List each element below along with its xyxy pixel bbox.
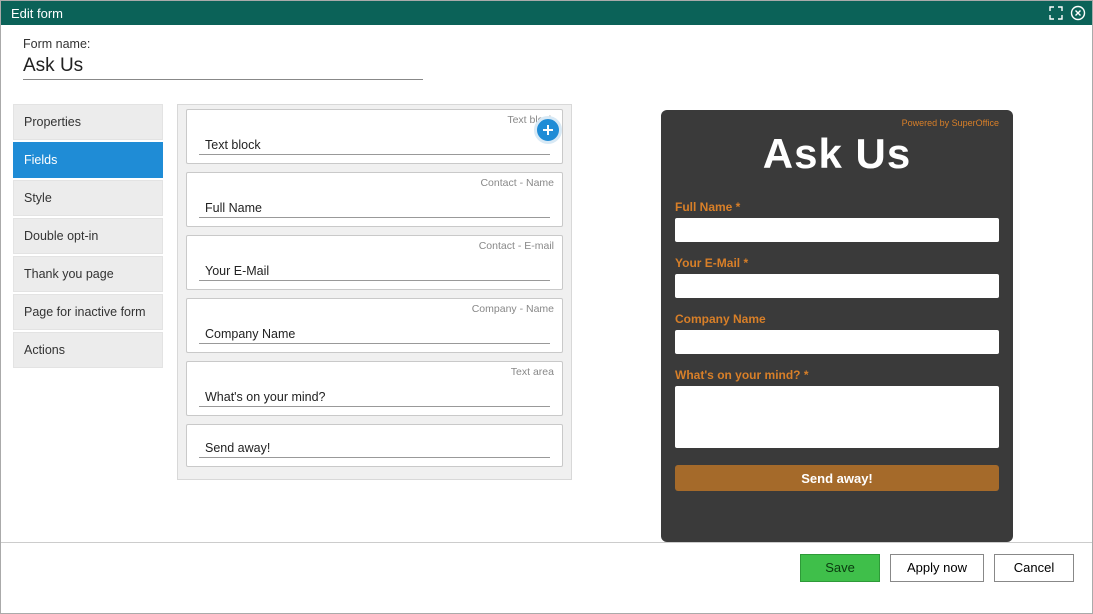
field-label: Full Name	[199, 199, 550, 218]
preview-field-label: Full Name *	[675, 200, 999, 214]
field-label: Text block	[199, 136, 550, 155]
save-button[interactable]: Save	[800, 554, 880, 582]
sidebar-item-label: Actions	[24, 343, 65, 357]
preview-field-label: Company Name	[675, 312, 999, 326]
apply-now-button[interactable]: Apply now	[890, 554, 984, 582]
preview-title: Ask Us	[675, 130, 999, 178]
sidebar-item-label: Style	[24, 191, 52, 205]
sidebar-item-fields[interactable]: Fields	[13, 142, 163, 178]
preview-input-fullname[interactable]	[675, 218, 999, 242]
cancel-button[interactable]: Cancel	[994, 554, 1074, 582]
field-card[interactable]: Company - Name Company Name	[186, 298, 563, 353]
sidebar-item-style[interactable]: Style	[13, 180, 163, 216]
field-tag: Contact - E-mail	[195, 240, 554, 252]
preview-field-label: Your E-Mail *	[675, 256, 999, 270]
fullscreen-icon[interactable]	[1048, 5, 1064, 21]
add-field-button[interactable]	[534, 116, 562, 144]
form-name-section: Form name:	[1, 25, 1092, 80]
form-name-label: Form name:	[23, 37, 1070, 51]
field-label: Company Name	[199, 325, 550, 344]
preview-submit-button[interactable]: Send away!	[675, 465, 999, 491]
close-icon[interactable]	[1070, 5, 1086, 21]
form-name-input[interactable]	[23, 51, 423, 80]
window-title: Edit form	[11, 6, 63, 21]
field-card[interactable]: Contact - Name Full Name	[186, 172, 563, 227]
field-tag: Company - Name	[195, 303, 554, 315]
preview-pane: Powered by SuperOffice Ask Us Full Name …	[572, 104, 1082, 542]
sidebar-item-properties[interactable]: Properties	[13, 104, 163, 140]
sidebar-item-actions[interactable]: Actions	[13, 332, 163, 368]
powered-by-label: Powered by SuperOffice	[675, 118, 999, 128]
sidebar-item-double-opt-in[interactable]: Double opt-in	[13, 218, 163, 254]
field-card[interactable]: Send away!	[186, 424, 563, 467]
preview-input-company[interactable]	[675, 330, 999, 354]
fields-pane[interactable]: Text block Text block Contact - Name Ful…	[177, 104, 572, 480]
sidebar: Properties Fields Style Double opt-in Th…	[13, 104, 163, 542]
preview-input-email[interactable]	[675, 274, 999, 298]
field-label: What's on your mind?	[199, 388, 550, 407]
field-card[interactable]: Contact - E-mail Your E-Mail	[186, 235, 563, 290]
preview-field-label: What's on your mind? *	[675, 368, 999, 382]
preview-form: Powered by SuperOffice Ask Us Full Name …	[661, 110, 1013, 542]
field-tag: Text block	[195, 114, 554, 126]
sidebar-item-page-for-inactive-form[interactable]: Page for inactive form	[13, 294, 163, 330]
sidebar-item-label: Page for inactive form	[24, 305, 146, 319]
preview-textarea-mind[interactable]	[675, 386, 999, 448]
sidebar-item-label: Fields	[24, 153, 57, 167]
field-card[interactable]: Text area What's on your mind?	[186, 361, 563, 416]
field-card[interactable]: Text block Text block	[186, 109, 563, 164]
titlebar: Edit form	[1, 1, 1092, 25]
field-tag: Text area	[195, 366, 554, 378]
sidebar-item-label: Thank you page	[24, 267, 114, 281]
field-tag: Contact - Name	[195, 177, 554, 189]
sidebar-item-label: Double opt-in	[24, 229, 98, 243]
footer: Save Apply now Cancel	[1, 542, 1092, 592]
field-label: Send away!	[199, 439, 550, 458]
field-label: Your E-Mail	[199, 262, 550, 281]
sidebar-item-thank-you-page[interactable]: Thank you page	[13, 256, 163, 292]
sidebar-item-label: Properties	[24, 115, 81, 129]
